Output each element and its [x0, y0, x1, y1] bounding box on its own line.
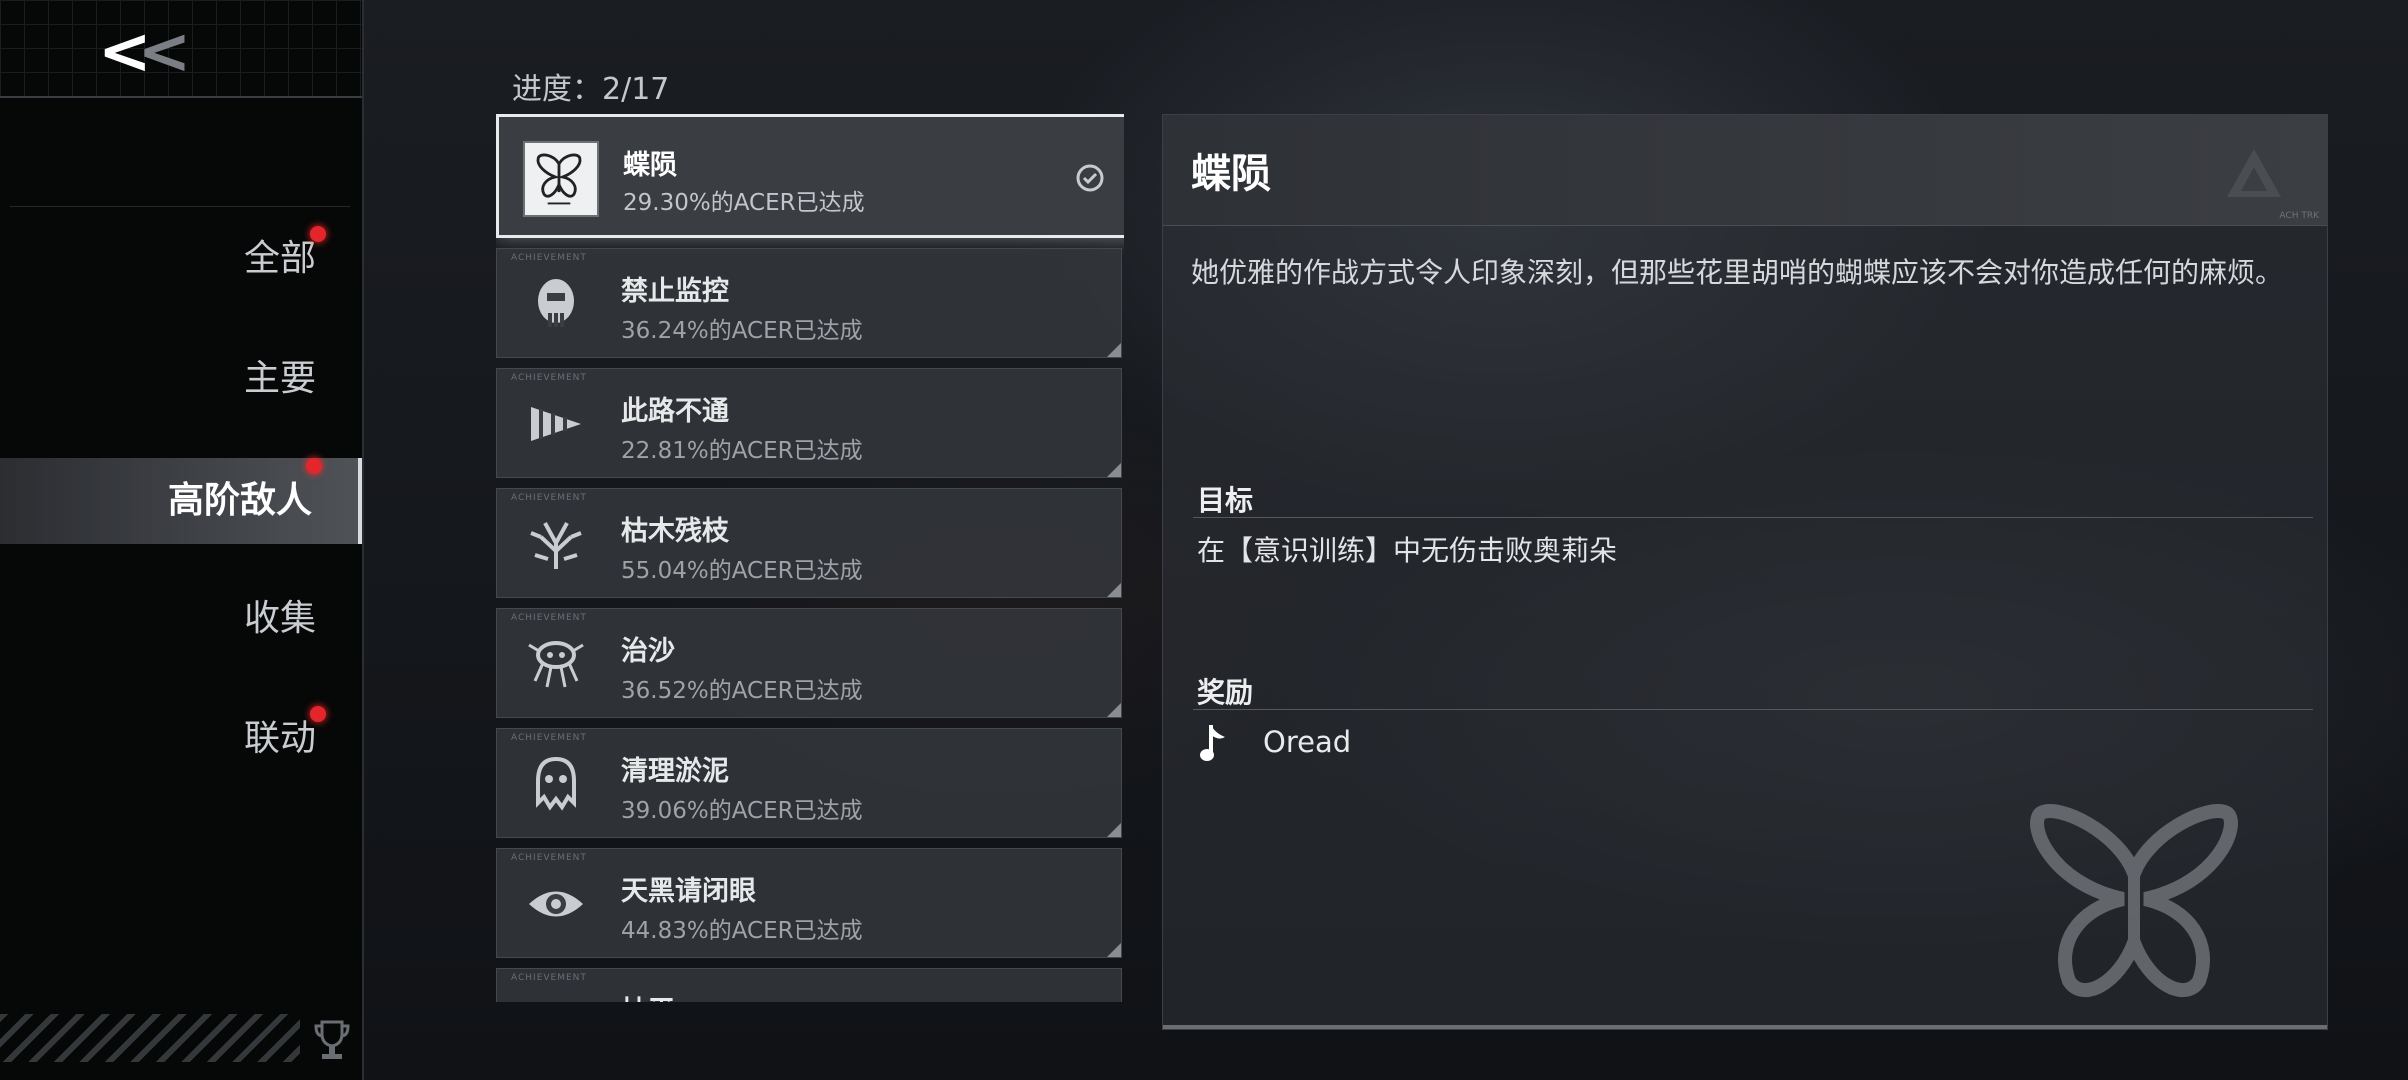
logo-icon	[2227, 149, 2281, 197]
notification-dot	[310, 706, 326, 722]
card-micro-text: ACHIEVEMENT	[511, 973, 587, 983]
card-micro-text: ACHIEVEMENT	[511, 853, 587, 863]
butterfly-icon	[523, 141, 599, 217]
back-button[interactable]: <<	[98, 20, 194, 84]
sidebar-item-collab[interactable]: 联动	[0, 696, 362, 782]
achievement-description: 她优雅的作战方式令人印象深刻，但那些花里胡哨的蝴蝶应该不会对你造成任何的麻烦。	[1191, 256, 2284, 289]
reward-label: 奖励	[1197, 676, 1254, 709]
notification-dot	[306, 458, 322, 474]
trophy-icon[interactable]	[312, 1018, 352, 1062]
sidebar-item-label: 全部	[243, 238, 316, 279]
detail-footer-bar	[1163, 1025, 2327, 1029]
sidebar-divider	[0, 96, 362, 98]
achievement-title: 禁止监控	[621, 276, 729, 307]
sidebar-item-main[interactable]: 主要	[0, 336, 362, 422]
reward-name: Oread	[1263, 725, 1352, 759]
sidebar-divider	[10, 206, 350, 207]
achievement-card[interactable]: ACHIEVEMENT 枯木残枝 55.04%的ACER已达成	[496, 488, 1122, 598]
achievement-title: 天黑请闭眼	[621, 876, 756, 907]
header-micro-text: ACH TRK	[2279, 211, 2319, 221]
sidebar-item-label: 主要	[243, 358, 316, 399]
achievement-card[interactable]: ACHIEVEMENT 天黑请闭眼 44.83%的ACER已达成	[496, 848, 1122, 958]
achievement-card-selected[interactable]: 蝶陨 29.30%的ACER已达成	[496, 114, 1124, 238]
detail-title: 蝶陨	[1191, 151, 1271, 197]
section-divider	[1193, 517, 2313, 518]
achievement-card[interactable]: ACHIEVEMENT 抽平	[496, 968, 1122, 1002]
goal-label: 目标	[1197, 484, 1254, 517]
achievement-completion-rate: 36.24%的ACER已达成	[621, 318, 863, 344]
achievement-card[interactable]: ACHIEVEMENT 清理淤泥 39.06%的ACER已达成	[496, 728, 1122, 838]
achievement-title: 清理淤泥	[621, 756, 729, 787]
notification-dot	[310, 226, 326, 242]
detail-header: 蝶陨 ACH TRK	[1163, 115, 2327, 226]
achievement-card[interactable]: ACHIEVEMENT 此路不通 22.81%的ACER已达成	[496, 368, 1122, 478]
sidebar-item-label: 高阶敌人	[167, 480, 312, 521]
achievement-title: 此路不通	[621, 396, 729, 427]
achievement-completion-rate: 36.52%的ACER已达成	[621, 678, 863, 704]
sidebar-item-label: 收集	[243, 598, 316, 639]
card-micro-text: ACHIEVEMENT	[511, 733, 587, 743]
goal-text: 在【意识训练】中无伤击败奥莉朵	[1197, 534, 1618, 567]
achievement-title: 抽平	[621, 989, 675, 1002]
sidebar-item-collection[interactable]: 收集	[0, 576, 362, 662]
achievement-title: 治沙	[621, 636, 675, 667]
masked-face-icon	[538, 279, 574, 327]
achievement-list[interactable]: 蝶陨 29.30%的ACER已达成 ACHIEVEMENT 禁止监控 36.24…	[496, 114, 1124, 1002]
achievement-completion-rate: 22.81%的ACER已达成	[621, 438, 863, 464]
sidebar-item-label: 联动	[243, 718, 316, 759]
crab-creature-icon	[528, 641, 584, 688]
achievement-completion-rate: 55.04%的ACER已达成	[621, 558, 863, 584]
completed-check-icon	[1076, 164, 1104, 192]
achievement-title: 蝶陨	[623, 150, 677, 181]
achievement-completion-rate: 39.06%的ACER已达成	[621, 798, 863, 824]
eye-icon	[529, 891, 583, 917]
card-micro-text: ACHIEVEMENT	[511, 253, 587, 263]
sidebar-item-all[interactable]: 全部	[0, 216, 362, 302]
progress-counter: 进度：2/17	[512, 72, 670, 107]
check-mark-icon	[523, 991, 589, 1002]
drill-icon	[531, 407, 581, 441]
music-note-icon	[1200, 725, 1225, 761]
decorative-stripes	[0, 1014, 300, 1062]
ghost-mask-icon	[536, 756, 576, 811]
achievement-detail-panel: 蝶陨 ACH TRK 她优雅的作战方式令人印象深刻，但那些花里胡哨的蝴蝶应该不会…	[1162, 114, 2328, 1030]
withered-branch-icon	[530, 522, 582, 569]
sidebar: << 全部 主要 高阶敌人 收集 联动	[0, 0, 364, 1080]
section-divider	[1193, 709, 2313, 710]
card-micro-text: ACHIEVEMENT	[511, 493, 587, 503]
achievement-completion-rate: 44.83%的ACER已达成	[621, 918, 863, 944]
achievement-title: 枯木残枝	[621, 516, 729, 547]
achievement-card[interactable]: ACHIEVEMENT 禁止监控 36.24%的ACER已达成	[496, 248, 1122, 358]
achievement-completion-rate: 29.30%的ACER已达成	[623, 190, 865, 216]
achievement-card[interactable]: ACHIEVEMENT 治沙 36.52%的ACER已达成	[496, 608, 1122, 718]
card-micro-text: ACHIEVEMENT	[511, 613, 587, 623]
sidebar-item-advanced-enemies[interactable]: 高阶敌人	[0, 458, 362, 544]
card-micro-text: ACHIEVEMENT	[511, 373, 587, 383]
butterfly-emblem-icon	[2030, 804, 2238, 998]
